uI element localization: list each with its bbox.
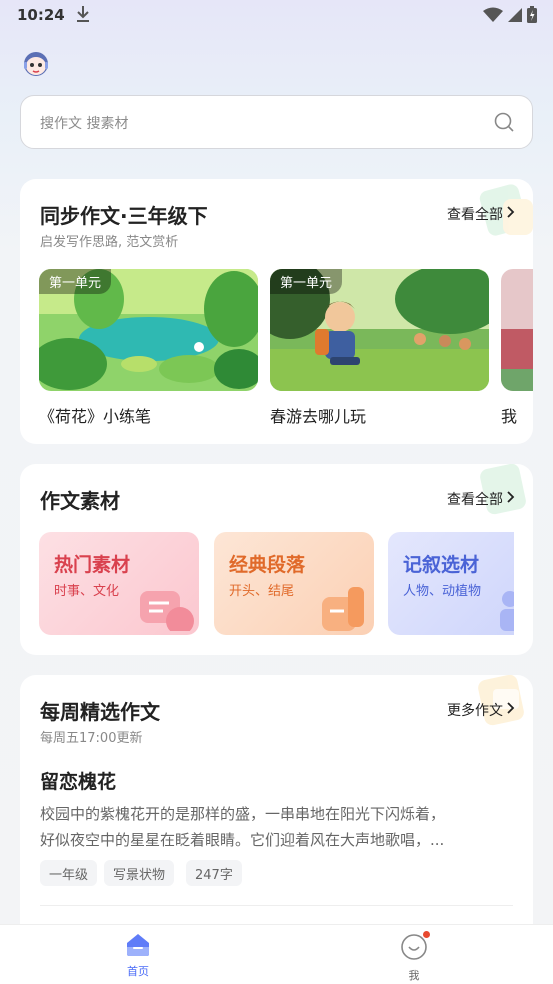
essay-title[interactable]: 留恋槐花 [40, 767, 116, 794]
system-icons [483, 6, 537, 27]
battery-icon [527, 6, 537, 27]
view-all-link[interactable]: 查看全部 [447, 204, 515, 224]
more-essays-label: 更多作文 [447, 703, 503, 719]
home-icon [125, 934, 151, 961]
material-classic[interactable]: 经典段落 开头、结尾 [214, 532, 374, 635]
view-all-label: 查看全部 [447, 492, 503, 508]
tab-label: 首页 [127, 965, 149, 978]
essay-line: 校园中的紫槐花开的是那样的盛，一串串地在阳光下闪烁着， [40, 805, 446, 823]
chat-bubble-icon [135, 581, 199, 635]
view-all-label: 查看全部 [447, 207, 503, 223]
profile-icon [400, 931, 430, 965]
grade-tag: 一年级 [40, 860, 98, 886]
view-all-link[interactable]: 查看全部 [447, 489, 515, 509]
thumbs-up-icon [310, 581, 374, 635]
search-input[interactable]: 搜作文 搜素材 [20, 95, 533, 149]
status-bar: 10:24 [0, 0, 553, 32]
person-icon [490, 581, 514, 635]
composition-tile-partial[interactable] [501, 269, 533, 391]
weekly-essay-card: 每周精选作文 每周五17:00更新 更多作文 留恋槐花 校园中的紫槐花开的是那样… [20, 675, 533, 935]
chevron-right-icon [507, 702, 515, 718]
section-title: 作文素材 [40, 489, 120, 513]
section-subtitle: 每周五17:00更新 [40, 731, 143, 746]
composition-tile-lotus[interactable]: 第一单元 [39, 269, 258, 391]
essay-excerpt[interactable]: 校园中的紫槐花开的是那样的盛，一串串地在阳光下闪烁着， 好似夜空中的星星在眨着眼… [40, 801, 510, 853]
chevron-right-icon [507, 491, 515, 507]
material-title: 记叙选材 [403, 554, 480, 576]
material-subtitle: 人物、动植物 [403, 584, 482, 599]
unit-tag: 第一单元 [39, 269, 112, 294]
sync-composition-card: 同步作文·三年级下 启发写作思路, 范文赏析 查看全部 第一单元 《荷花》小练笔 [20, 179, 533, 444]
material-hot[interactable]: 热门素材 时事、文化 [39, 532, 199, 635]
tile-caption[interactable]: 春游去哪儿玩 [270, 403, 366, 427]
more-essays-link[interactable]: 更多作文 [447, 700, 515, 720]
tab-home[interactable]: 首页 [108, 933, 168, 979]
status-time: 10:24 [17, 6, 65, 24]
notification-dot [423, 931, 430, 938]
tile-caption[interactable]: 我 [501, 403, 517, 427]
composition-tile-spring-outing[interactable]: 第一单元 [270, 269, 489, 391]
partial-tile-image [501, 269, 533, 391]
essay-line: 好似夜空中的星星在眨着眼睛。它们迎着风在大声地歌唱，... [40, 831, 445, 849]
material-subtitle: 时事、文化 [54, 584, 120, 599]
chevron-right-icon [507, 206, 515, 222]
divider [40, 905, 513, 906]
material-title: 热门素材 [54, 554, 131, 576]
section-subtitle: 启发写作思路, 范文赏析 [40, 235, 179, 250]
material-title: 经典段落 [229, 554, 306, 576]
tile-caption[interactable]: 《荷花》小练笔 [39, 403, 151, 427]
genre-tag: 写景状物 [104, 860, 175, 886]
tab-me[interactable]: 我 [384, 931, 444, 983]
section-title: 同步作文·三年级下 [40, 204, 208, 228]
bottom-tab-bar: 首页 我 [0, 924, 553, 984]
material-narrative[interactable]: 记叙选材 人物、动植物 [388, 532, 514, 635]
material-card: 作文素材 查看全部 热门素材 时事、文化 经典段落 开头、结尾 记叙选材 人物、… [20, 464, 533, 655]
word-count-tag: 247字 [186, 860, 242, 886]
wifi-icon [483, 7, 503, 27]
material-subtitle: 开头、结尾 [229, 584, 295, 599]
search-placeholder: 搜作文 搜素材 [40, 116, 129, 132]
download-icon [76, 5, 90, 27]
avatar[interactable] [20, 49, 52, 81]
search-icon[interactable] [493, 111, 515, 137]
tab-label: 我 [408, 969, 420, 982]
unit-tag: 第一单元 [270, 269, 343, 294]
signal-icon [507, 7, 523, 27]
section-title: 每周精选作文 [40, 700, 160, 724]
